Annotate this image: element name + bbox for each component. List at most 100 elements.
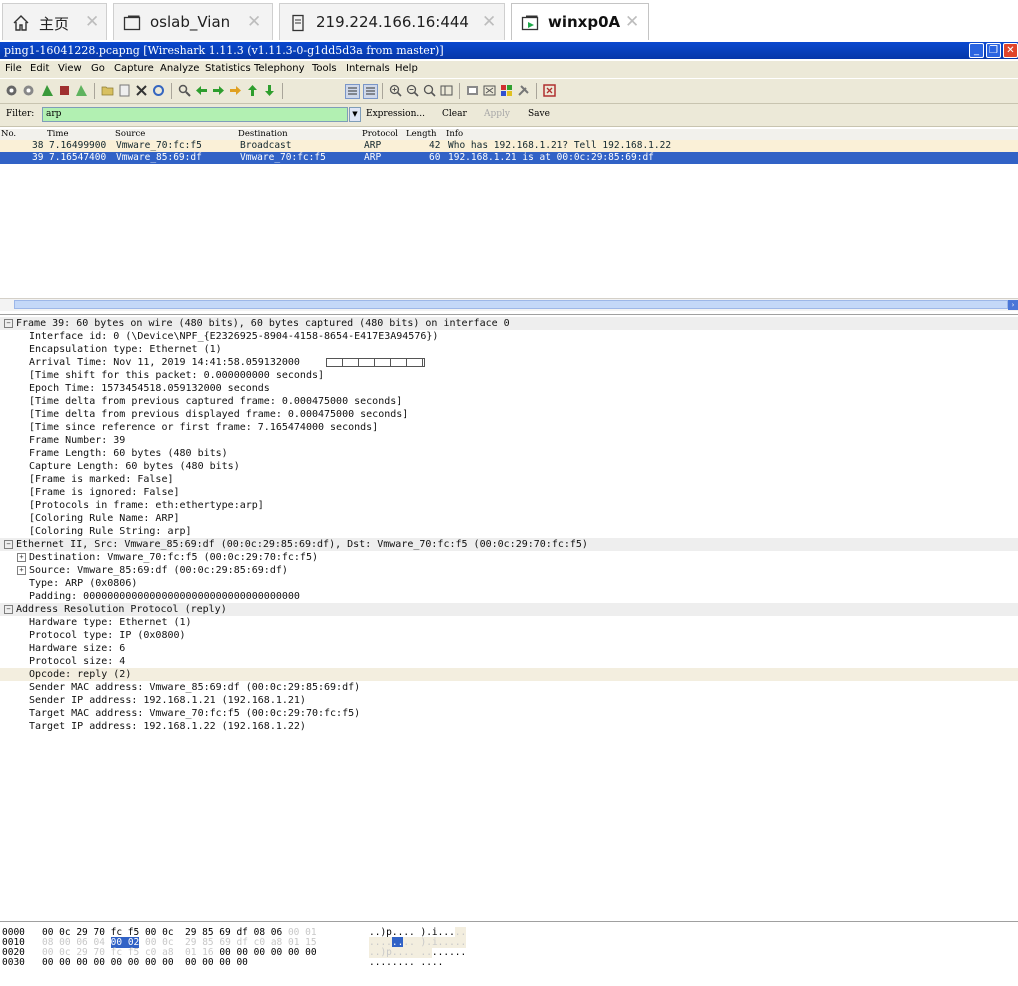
- close-icon[interactable]: ✕: [247, 12, 261, 32]
- help-icon[interactable]: [543, 84, 556, 97]
- open-file-icon[interactable]: [101, 84, 114, 97]
- packet-row[interactable]: 38 7.16499900 Vmware_70:fc:f5 Broadcast …: [0, 140, 1018, 152]
- colorize-icon[interactable]: [345, 84, 360, 99]
- tree-item[interactable]: Protocol type: IP (0x0800): [0, 629, 1018, 642]
- restart-capture-icon[interactable]: [75, 84, 88, 97]
- last-packet-icon[interactable]: [263, 84, 276, 97]
- save-filter-button[interactable]: Save: [528, 109, 550, 119]
- tree-eth-destination[interactable]: + Destination: Vmware_70:fc:f5 (00:0c:29…: [0, 551, 1018, 564]
- column-info[interactable]: Info: [446, 129, 463, 140]
- tab-home[interactable]: 主页 ✕: [2, 3, 107, 40]
- tree-item[interactable]: Hardware size: 6: [0, 642, 1018, 655]
- auto-scroll-icon[interactable]: [363, 84, 378, 99]
- expression-button[interactable]: Expression...: [366, 109, 425, 119]
- first-packet-icon[interactable]: [246, 84, 259, 97]
- tree-item[interactable]: Sender MAC address: Vmware_85:69:df (00:…: [0, 681, 1018, 694]
- menu-capture[interactable]: Capture: [114, 63, 154, 74]
- tab-remote-address[interactable]: 219.224.166.16:444 ✕: [279, 3, 505, 40]
- packet-list-scrollbar[interactable]: ›: [0, 298, 1018, 311]
- tree-item[interactable]: [Time delta from previous captured frame…: [0, 395, 1018, 408]
- tree-item[interactable]: Arrival Time: Nov 11, 2019 14:41:58.0591…: [0, 356, 1018, 369]
- collapse-icon[interactable]: −: [4, 540, 13, 549]
- resize-columns-icon[interactable]: [440, 84, 453, 97]
- go-back-icon[interactable]: [195, 84, 208, 97]
- packet-bytes-pane[interactable]: 0000 0010 0020 0030 00 0c 29 70 fc f5 00…: [0, 922, 1018, 986]
- scrollbar-thumb[interactable]: [14, 300, 1008, 309]
- menu-edit[interactable]: Edit: [30, 63, 49, 74]
- menu-tools[interactable]: Tools: [312, 63, 337, 74]
- menu-internals[interactable]: Internals: [346, 63, 390, 74]
- menu-statistics[interactable]: Statistics: [205, 63, 251, 74]
- column-no[interactable]: No.: [1, 129, 16, 140]
- tree-item[interactable]: [Coloring Rule String: arp]: [0, 525, 1018, 538]
- zoom-in-icon[interactable]: [389, 84, 402, 97]
- zoom-out-icon[interactable]: [406, 84, 419, 97]
- restore-icon[interactable]: ❐: [986, 43, 1001, 58]
- menu-file[interactable]: File: [5, 63, 22, 74]
- collapse-icon[interactable]: −: [4, 319, 13, 328]
- close-icon[interactable]: ✕: [85, 12, 99, 32]
- menu-help[interactable]: Help: [395, 63, 418, 74]
- menu-telephony[interactable]: Telephony: [254, 63, 305, 74]
- expand-icon[interactable]: +: [17, 553, 26, 562]
- find-packet-icon[interactable]: [178, 84, 191, 97]
- column-source[interactable]: Source: [115, 129, 145, 140]
- capture-filters-icon[interactable]: [466, 84, 479, 97]
- filter-input[interactable]: arp: [42, 107, 348, 122]
- tree-item[interactable]: Sender IP address: 192.168.1.21 (192.168…: [0, 694, 1018, 707]
- go-to-packet-icon[interactable]: [229, 84, 242, 97]
- interfaces-icon[interactable]: [5, 84, 18, 97]
- tree-item[interactable]: Frame Length: 60 bytes (480 bits): [0, 447, 1018, 460]
- tree-item[interactable]: Protocol size: 4: [0, 655, 1018, 668]
- display-filters-icon[interactable]: [483, 84, 496, 97]
- tree-arp[interactable]: − Address Resolution Protocol (reply): [0, 603, 1018, 616]
- tree-item[interactable]: [Protocols in frame: eth:ethertype:arp]: [0, 499, 1018, 512]
- menu-view[interactable]: View: [58, 63, 82, 74]
- close-window-icon[interactable]: ✕: [1003, 43, 1018, 58]
- go-forward-icon[interactable]: [212, 84, 225, 97]
- tree-eth-source[interactable]: + Source: Vmware_85:69:df (00:0c:29:85:6…: [0, 564, 1018, 577]
- minimize-icon[interactable]: _: [969, 43, 984, 58]
- column-protocol[interactable]: Protocol: [362, 129, 398, 140]
- collapse-icon[interactable]: −: [4, 605, 13, 614]
- tree-item[interactable]: Hardware type: Ethernet (1): [0, 616, 1018, 629]
- close-icon[interactable]: ✕: [482, 12, 496, 32]
- preferences-icon[interactable]: [517, 84, 530, 97]
- tree-item[interactable]: [Time since reference or first frame: 7.…: [0, 421, 1018, 434]
- column-length[interactable]: Length: [406, 129, 436, 140]
- expand-icon[interactable]: +: [17, 566, 26, 575]
- tree-item[interactable]: [Time shift for this packet: 0.000000000…: [0, 369, 1018, 382]
- scroll-right-icon[interactable]: ›: [1008, 300, 1018, 310]
- clear-button[interactable]: Clear: [442, 109, 467, 119]
- tree-item[interactable]: Padding: 0000000000000000000000000000000…: [0, 590, 1018, 603]
- tab-oslab-vian[interactable]: oslab_Vian ✕: [113, 3, 273, 40]
- tree-item-selected[interactable]: Opcode: reply (2): [0, 668, 1018, 681]
- options-icon[interactable]: [22, 84, 35, 97]
- start-capture-icon[interactable]: [41, 84, 54, 97]
- tree-item[interactable]: Interface id: 0 (\Device\NPF_{E2326925-8…: [0, 330, 1018, 343]
- tree-item[interactable]: [Time delta from previous displayed fram…: [0, 408, 1018, 421]
- menu-analyze[interactable]: Analyze: [160, 63, 199, 74]
- reload-icon[interactable]: [152, 84, 165, 97]
- coloring-rules-icon[interactable]: [500, 84, 513, 97]
- tree-item[interactable]: [Coloring Rule Name: ARP]: [0, 512, 1018, 525]
- close-file-icon[interactable]: [135, 84, 148, 97]
- tree-item[interactable]: Encapsulation type: Ethernet (1): [0, 343, 1018, 356]
- tree-item[interactable]: Capture Length: 60 bytes (480 bits): [0, 460, 1018, 473]
- tree-item[interactable]: Target MAC address: Vmware_70:fc:f5 (00:…: [0, 707, 1018, 720]
- tree-item[interactable]: Epoch Time: 1573454518.059132000 seconds: [0, 382, 1018, 395]
- tree-item[interactable]: [Frame is ignored: False]: [0, 486, 1018, 499]
- tree-item[interactable]: Target IP address: 192.168.1.22 (192.168…: [0, 720, 1018, 733]
- normal-size-icon[interactable]: [423, 84, 436, 97]
- apply-button[interactable]: Apply: [484, 109, 510, 119]
- tree-item[interactable]: [Frame is marked: False]: [0, 473, 1018, 486]
- column-time[interactable]: Time: [47, 129, 68, 140]
- tree-item[interactable]: Frame Number: 39: [0, 434, 1018, 447]
- packet-row-selected[interactable]: 39 7.16547400 Vmware_85:69:df Vmware_70:…: [0, 152, 1018, 164]
- tree-frame[interactable]: − Frame 39: 60 bytes on wire (480 bits),…: [0, 317, 1018, 330]
- menu-go[interactable]: Go: [91, 63, 105, 74]
- save-file-icon[interactable]: [118, 84, 131, 97]
- filter-dropdown-icon[interactable]: ▼: [349, 107, 361, 122]
- column-destination[interactable]: Destination: [238, 129, 288, 140]
- tree-item[interactable]: Type: ARP (0x0806): [0, 577, 1018, 590]
